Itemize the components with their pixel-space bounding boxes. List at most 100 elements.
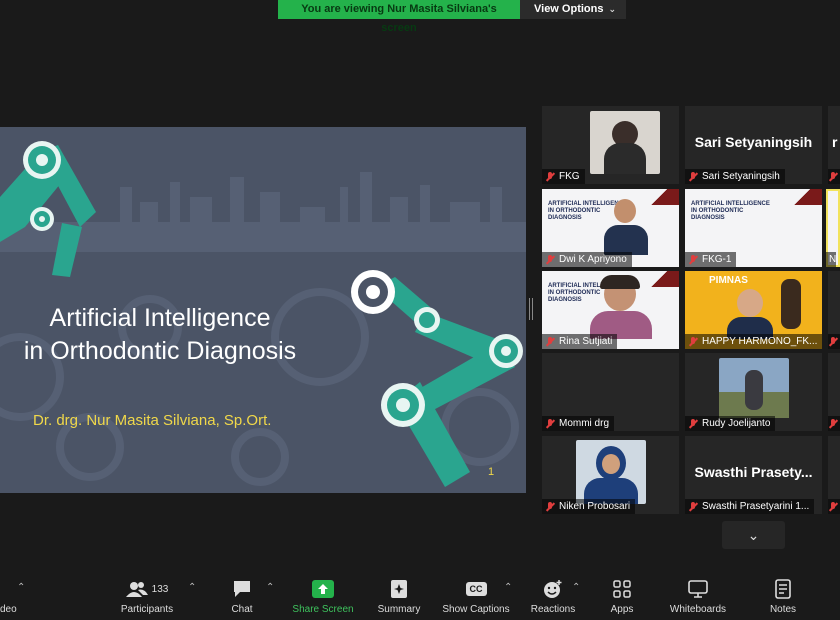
participant-video (576, 440, 646, 504)
participant-name: Sari Setyaningsih (702, 171, 780, 182)
video-label: deo (0, 604, 17, 615)
viewing-screen-label: You are viewing Nur Masita Silviana's sc… (278, 0, 520, 34)
video-options-caret[interactable]: ⌃ (17, 582, 25, 593)
participant-name: Rudy Joelijanto (702, 418, 771, 429)
captions-badge: CC (465, 582, 487, 596)
participant-name: FKG-1 (702, 254, 732, 265)
participant-display-name: Swasthi Prasety... (694, 464, 813, 480)
mic-muted-icon (828, 501, 838, 512)
participant-tile-partial[interactable]: N (826, 189, 840, 267)
participant-name-label: Niken Probosari (542, 499, 636, 514)
mic-muted-icon (828, 336, 838, 347)
resize-splitter[interactable] (529, 298, 533, 320)
share-banner: You are viewing Nur Masita Silviana's sc… (278, 0, 626, 34)
mic-muted-icon (545, 171, 555, 182)
summary-label: Summary (377, 604, 421, 615)
share-screen-button[interactable]: Share Screen (290, 578, 356, 615)
gallery-scroll-down-button[interactable]: ⌄ (722, 521, 785, 549)
slide-title-line2: in Orthodontic Diagnosis (23, 337, 297, 365)
participants-icon: 133 (112, 578, 182, 600)
captions-label: Show Captions (442, 604, 510, 615)
participant-tile[interactable]: PIMNAS HAPPY HARMONO_FK... (685, 271, 822, 349)
participant-tile[interactable]: FKG (542, 106, 679, 184)
participant-name-label: Swasthi Prasetyarini 1... (685, 499, 815, 514)
mic-muted-icon (828, 418, 838, 429)
participants-label: Participants (120, 604, 174, 615)
participant-tile[interactable]: ARTIFICIAL INTELLIGENCE IN ORTHODONTIC DIA… (685, 189, 822, 267)
reactions-options-caret[interactable]: ⌃ (572, 582, 580, 593)
participant-tile[interactable]: Niken Probosari (542, 436, 679, 514)
slide-ribbon (792, 189, 822, 205)
whiteboards-button[interactable]: Whiteboards (664, 578, 732, 615)
mic-muted-icon (545, 336, 555, 347)
participant-tile[interactable]: Rudy Joelijanto (685, 353, 822, 431)
participant-name-label: FKG-1 (685, 252, 737, 267)
participant-video (725, 287, 775, 339)
mic-muted-icon (828, 171, 838, 182)
participant-name-label: Dwi K Apriyono (542, 252, 632, 267)
mic-muted-icon (688, 336, 698, 347)
view-options-label: View Options (534, 3, 604, 15)
participant-tile-partial[interactable]: r (828, 106, 840, 184)
chat-icon (222, 578, 262, 600)
participant-name-label: N (826, 252, 837, 267)
participant-tile[interactable]: Mommi drg (542, 353, 679, 431)
participant-name: N (829, 254, 837, 265)
participant-tile-partial[interactable] (828, 436, 840, 514)
participant-video (602, 197, 650, 255)
apps-button[interactable]: Apps (604, 578, 640, 615)
participant-name-label: HAPPY HARMONO_FK... (685, 334, 822, 349)
slide-ribbon (649, 271, 679, 287)
participant-video (590, 275, 652, 339)
captions-options-caret[interactable]: ⌃ (504, 582, 512, 593)
participant-name: Mommi drg (559, 418, 610, 429)
whiteboards-label: Whiteboards (669, 604, 727, 615)
pimnas-text: PIMNAS (709, 275, 748, 286)
mic-muted-icon (688, 171, 698, 182)
participant-name: Swasthi Prasetyarini 1... (702, 501, 810, 512)
participant-name-label: Rina Sutjiati (542, 334, 618, 349)
participant-name: Niken Probosari (559, 501, 631, 512)
captions-icon: CC (438, 578, 514, 600)
show-captions-button[interactable]: CC Show Captions (438, 578, 514, 615)
share-screen-label: Share Screen (292, 604, 354, 615)
slide-author: Dr. drg. Nur Masita Silviana, Sp.Ort. (33, 412, 272, 429)
mic-muted-icon (688, 418, 698, 429)
participant-tile[interactable]: ARTIFICIAL INTELLIGENCE IN ORTHODONTIC DIA… (542, 271, 679, 349)
summary-button[interactable]: Summary (372, 578, 426, 615)
participants-options-caret[interactable]: ⌃ (188, 582, 196, 593)
summary-icon (372, 578, 426, 600)
participant-name: FKG (559, 171, 580, 182)
participant-name: HAPPY HARMONO_FK... (702, 336, 818, 347)
apps-label: Apps (610, 604, 634, 615)
apps-icon (604, 578, 640, 600)
participant-tile[interactable]: ARTIFICIAL INTELLIGENCE IN ORTHODONTIC DIA… (542, 189, 679, 267)
chevron-down-icon: ⌄ (608, 4, 616, 14)
participant-name-label: Rudy Joelijanto (685, 416, 776, 431)
participants-button[interactable]: 133 Participants (112, 578, 182, 615)
participant-name-label (828, 334, 840, 349)
reactions-label: Reactions (530, 604, 576, 615)
participant-tile[interactable]: Swasthi Prasety... Swasthi Prasetyarini … (685, 436, 822, 514)
notes-button[interactable]: Notes (764, 578, 802, 615)
slide-page-number: 1 (488, 466, 495, 478)
participant-tile[interactable]: Sari Setyaningsih Sari Setyaningsih (685, 106, 822, 184)
participant-name-label: Mommi drg (542, 416, 615, 431)
participant-tile-partial[interactable] (828, 271, 840, 349)
participant-name-label (828, 169, 840, 184)
chat-label: Chat (231, 604, 253, 615)
slide-title: Artificial Intelligence in Orthodontic D… (0, 302, 320, 368)
participant-name-label: FKG (542, 169, 585, 184)
participant-name-label: Sari Setyaningsih (685, 169, 785, 184)
participant-name-label (828, 416, 840, 431)
slide-ribbon (649, 189, 679, 205)
notes-icon (764, 578, 802, 600)
participants-count: 133 (151, 583, 169, 595)
mic-muted-icon (545, 254, 555, 265)
participant-tile-partial[interactable] (828, 353, 840, 431)
view-options-button[interactable]: View Options ⌄ (520, 0, 626, 19)
participant-display-name: r (832, 134, 838, 150)
chat-button[interactable]: Chat (222, 578, 262, 615)
chat-options-caret[interactable]: ⌃ (266, 582, 274, 593)
whiteboard-icon (664, 578, 732, 600)
